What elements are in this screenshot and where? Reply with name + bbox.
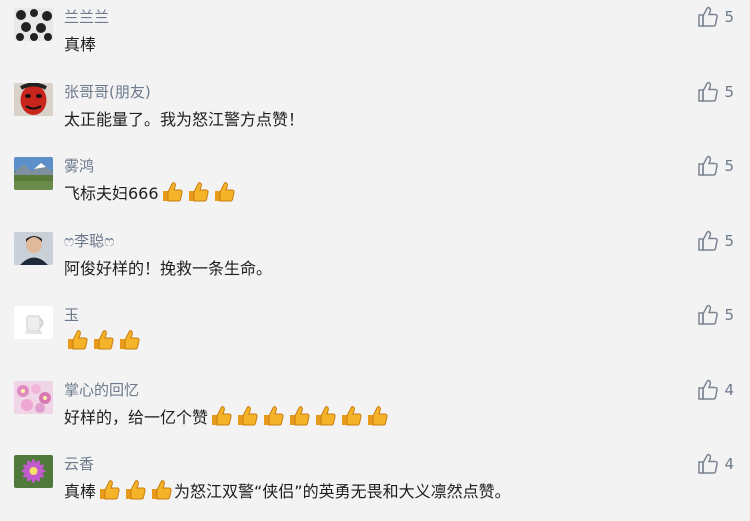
comment-text-segment: 真棒 — [64, 35, 97, 54]
comment-item: 玉5 — [0, 298, 750, 372]
thumbs-up-emoji-icon — [123, 479, 147, 501]
purple-flower-avatar[interactable] — [14, 455, 53, 488]
comment-text: 好样的，给一亿个赞 — [64, 404, 390, 428]
like-button[interactable]: 4 — [697, 453, 734, 475]
like-count: 4 — [724, 381, 734, 399]
thumbs-up-emoji-icon — [287, 405, 311, 427]
comment-text — [64, 329, 142, 351]
thumbs-up-outline-icon[interactable] — [697, 379, 719, 401]
thumbs-up-emoji-icon — [261, 405, 285, 427]
comment-text-segment: 太正能量了。我为怒江警方点赞！ — [64, 110, 305, 129]
commenter-name[interactable]: 张哥哥(朋友) — [64, 81, 151, 102]
thumbs-up-emoji-icon — [160, 181, 184, 203]
comment-text: 阿俊好样的！挽救一条生命。 — [64, 255, 272, 279]
like-count: 5 — [724, 157, 734, 175]
black-white-dotted-avatar[interactable] — [14, 8, 53, 41]
comment-item: 张哥哥(朋友) 太正能量了。我为怒江警方点赞！ 5 — [0, 75, 750, 149]
thumbs-up-emoji-icon — [365, 405, 389, 427]
thumbs-up-emoji-icon — [209, 405, 233, 427]
thumbs-up-emoji-icon — [212, 181, 236, 203]
comment-text-segment: 真棒 — [64, 482, 97, 501]
comment-text: 太正能量了。我为怒江警方点赞！ — [64, 106, 304, 130]
thumbs-up-emoji-icon — [97, 479, 121, 501]
thumbs-up-outline-icon[interactable] — [697, 6, 719, 28]
like-button[interactable]: 4 — [697, 379, 734, 401]
comment-text-segment: 为怒江双警“侠侣”的英勇无畏和大义凛然点赞。 — [174, 482, 511, 501]
like-count: 5 — [724, 8, 734, 26]
thumbs-up-emoji-icon — [117, 329, 141, 351]
commenter-name[interactable]: 玉 — [64, 304, 79, 325]
comment-item: 雾鸿飞标夫妇666 5 — [0, 149, 750, 223]
thumbs-up-emoji-icon — [186, 181, 210, 203]
like-button[interactable]: 5 — [697, 304, 734, 326]
like-button[interactable]: 5 — [697, 230, 734, 252]
like-count: 4 — [724, 455, 734, 473]
thumbs-up-outline-icon[interactable] — [697, 155, 719, 177]
commenter-name[interactable]: 兰兰兰 — [64, 6, 109, 27]
thumbs-up-emoji-icon — [91, 329, 115, 351]
comment-text: 真棒 — [64, 31, 96, 55]
commenter-name[interactable]: ෆ李聪ෆ — [64, 230, 114, 251]
red-mask-avatar[interactable] — [14, 83, 53, 116]
commenter-name[interactable]: 掌心的回忆 — [64, 379, 139, 400]
comment-text-segment: 好样的，给一亿个赞 — [64, 408, 209, 427]
thumbs-up-outline-icon[interactable] — [697, 304, 719, 326]
comment-text-segment: 飞标夫妇666 — [64, 184, 159, 203]
like-button[interactable]: 5 — [697, 6, 734, 28]
commenter-name[interactable]: 雾鸿 — [64, 155, 94, 176]
like-count: 5 — [724, 232, 734, 250]
thumbs-up-outline-icon[interactable] — [697, 230, 719, 252]
thumbs-up-emoji-icon — [339, 405, 363, 427]
white-cup-avatar[interactable] — [14, 306, 53, 339]
comment-text: 真棒 为怒江双警“侠侣”的英勇无畏和大义凛然点赞。 — [64, 478, 511, 502]
comment-item: 云香真棒 为怒江双警“侠侣”的英勇无畏和大义凛然点赞。 4 — [0, 447, 750, 521]
thumbs-up-outline-icon[interactable] — [697, 81, 719, 103]
comment-text: 飞标夫妇666 — [64, 180, 237, 204]
thumbs-up-emoji-icon — [149, 479, 173, 501]
like-count: 5 — [724, 306, 734, 324]
comment-item: 掌心的回忆好样的，给一亿个赞 4 — [0, 373, 750, 447]
landscape-avatar[interactable] — [14, 157, 53, 190]
pink-flowers-avatar[interactable] — [14, 381, 53, 414]
like-button[interactable]: 5 — [697, 155, 734, 177]
thumbs-up-outline-icon[interactable] — [697, 453, 719, 475]
thumbs-up-emoji-icon — [65, 329, 89, 351]
person-photo-avatar[interactable] — [14, 232, 53, 265]
like-button[interactable]: 5 — [697, 81, 734, 103]
thumbs-up-emoji-icon — [235, 405, 259, 427]
commenter-name[interactable]: 云香 — [64, 453, 94, 474]
comment-item: ෆ李聪ෆ 阿俊好样的！挽救一条生命。 5 — [0, 224, 750, 298]
like-count: 5 — [724, 83, 734, 101]
comment-text-segment: 阿俊好样的！挽救一条生命。 — [64, 259, 273, 278]
thumbs-up-emoji-icon — [313, 405, 337, 427]
comment-item: 兰兰兰真棒 5 — [0, 0, 750, 74]
